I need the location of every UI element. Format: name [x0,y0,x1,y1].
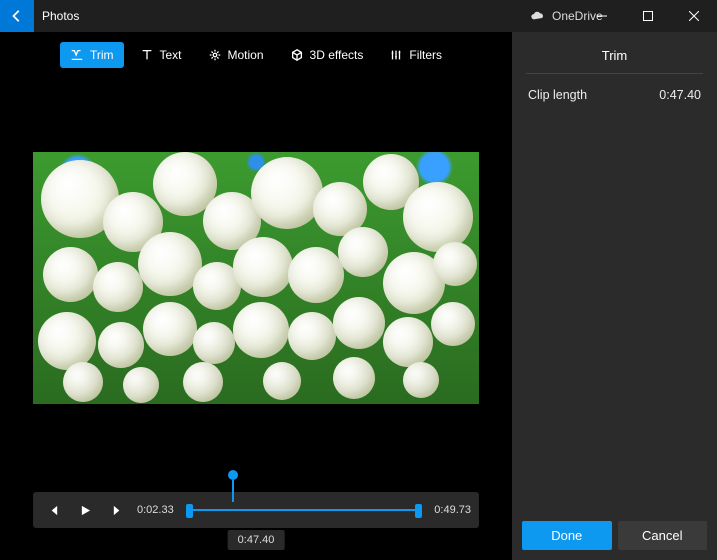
filters-icon [389,48,403,62]
tool-trim[interactable]: Trim [60,42,124,68]
tool-motion-label: Motion [228,48,264,62]
play-icon [80,505,91,516]
trim-handle-start[interactable] [186,504,193,518]
close-button[interactable] [671,0,717,32]
cancel-button[interactable]: Cancel [618,521,708,550]
trim-icon [70,48,84,62]
clip-length-row: Clip length 0:47.40 [512,74,717,116]
clip-length-value: 0:47.40 [659,88,701,102]
step-back-icon [48,505,59,516]
clip-length-label: Clip length [528,88,587,102]
window-controls [579,0,717,32]
tool-text-label: Text [160,48,182,62]
step-forward-icon [112,505,123,516]
maximize-icon [643,11,653,21]
maximize-button[interactable] [625,0,671,32]
video-preview[interactable] [33,152,479,404]
arrow-left-icon [10,9,24,23]
text-icon [140,48,154,62]
panel-title: Trim [512,32,717,73]
duration-tooltip: 0:47.40 [228,530,285,550]
close-icon [689,11,699,21]
editor-area: Trim Text Motion 3D effects Filters [0,32,512,560]
motion-icon [208,48,222,62]
prev-frame-button[interactable] [41,498,65,522]
cube-icon [290,48,304,62]
minimize-icon [597,11,607,21]
tool-motion[interactable]: Motion [198,42,274,68]
tool-text[interactable]: Text [130,42,192,68]
editor-toolbar: Trim Text Motion 3D effects Filters [0,32,512,76]
tool-3d-effects[interactable]: 3D effects [280,42,374,68]
trim-handle-end[interactable] [415,504,422,518]
tool-3d-label: 3D effects [310,48,364,62]
minimize-button[interactable] [579,0,625,32]
done-button[interactable]: Done [522,521,612,550]
tool-filters-label: Filters [409,48,442,62]
tool-filters[interactable]: Filters [379,42,452,68]
titlebar: Photos OneDrive [0,0,717,32]
properties-panel: Trim Clip length 0:47.40 Done Cancel [512,32,717,560]
end-time: 0:49.73 [427,504,471,516]
playback-controls: 0:02.33 0:49.73 [33,492,479,528]
play-button[interactable] [73,498,97,522]
next-frame-button[interactable] [105,498,129,522]
start-time: 0:02.33 [137,504,181,516]
trim-track[interactable] [189,498,419,522]
panel-buttons: Done Cancel [512,511,717,560]
playhead[interactable] [228,470,238,502]
app-title: Photos [42,9,79,23]
cloud-icon [530,11,546,21]
tool-trim-label: Trim [90,48,114,62]
back-button[interactable] [0,0,34,32]
